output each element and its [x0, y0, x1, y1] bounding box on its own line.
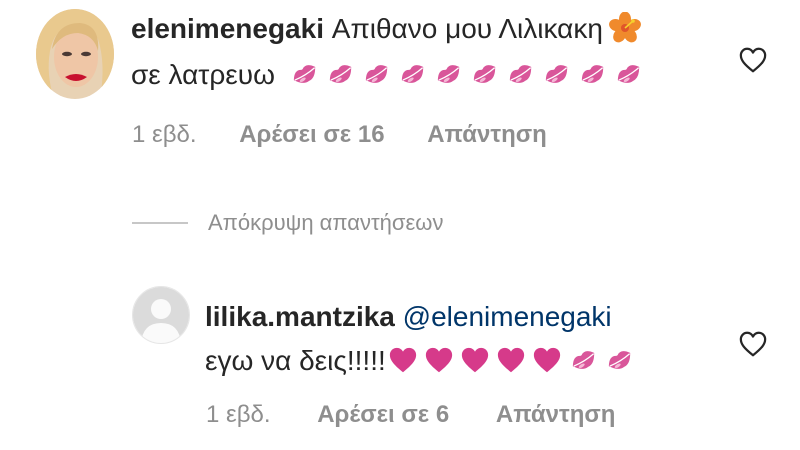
kiss-icon: [325, 58, 356, 89]
hibiscus-icon: [609, 12, 641, 44]
reply-line-1: lilika.mantzika @elenimenegaki: [205, 300, 612, 334]
comment-likes-link[interactable]: Αρέσει σε 16: [239, 121, 384, 148]
comment-username[interactable]: elenimenegaki: [131, 13, 324, 44]
reply-username[interactable]: lilika.mantzika: [205, 301, 395, 332]
comment-line-2: σε λατρευω: [131, 58, 644, 92]
heart-icon: [424, 345, 454, 375]
avatar-photo: [36, 9, 114, 99]
comment-line-1: elenimenegaki Απιθανο μου Λιλικακη: [131, 12, 641, 46]
kiss-icon: [361, 58, 392, 89]
reply-reply-button[interactable]: Απάντηση: [496, 401, 616, 428]
kiss-icon: [613, 58, 644, 89]
divider: [132, 222, 188, 224]
comment-text-continued: σε λατρευω: [131, 59, 275, 90]
kiss-icon: [604, 344, 635, 375]
hide-replies-label[interactable]: Απόκρυψη απαντήσεων: [208, 208, 443, 238]
reply-likes-link[interactable]: Αρέσει σε 6: [317, 401, 449, 428]
reply-mention[interactable]: @elenimenegaki: [403, 301, 612, 332]
comment-meta: 1 εβδ. Αρέσει σε 16 Απάντηση: [132, 120, 547, 150]
reply-time: 1 εβδ.: [206, 401, 271, 428]
default-avatar-icon: [133, 287, 189, 343]
like-heart-icon[interactable]: [738, 46, 768, 74]
reply-line-2: εγω να δεις!!!!!: [205, 344, 635, 378]
kiss-icon: [577, 58, 608, 89]
reply-emoji-row: [388, 345, 635, 376]
kiss-icon: [397, 58, 428, 89]
heart-icon: [460, 345, 490, 375]
kiss-emoji-row: [289, 59, 644, 90]
heart-icon: [388, 345, 418, 375]
kiss-icon: [469, 58, 500, 89]
reply-text: εγω να δεις!!!!!: [205, 345, 386, 376]
heart-icon: [532, 345, 562, 375]
heart-icon: [496, 345, 526, 375]
kiss-icon: [433, 58, 464, 89]
kiss-icon: [568, 344, 599, 375]
reply-meta: 1 εβδ. Αρέσει σε 6 Απάντηση: [206, 400, 615, 430]
avatar[interactable]: [36, 9, 114, 99]
kiss-icon: [541, 58, 572, 89]
kiss-icon: [289, 58, 320, 89]
kiss-icon: [505, 58, 536, 89]
comment-text: Απιθανο μου Λιλικακη: [331, 13, 603, 44]
comment-reply-button[interactable]: Απάντηση: [427, 121, 547, 148]
avatar[interactable]: [132, 286, 190, 344]
like-heart-icon[interactable]: [738, 330, 768, 358]
comment-time: 1 εβδ.: [132, 121, 197, 148]
